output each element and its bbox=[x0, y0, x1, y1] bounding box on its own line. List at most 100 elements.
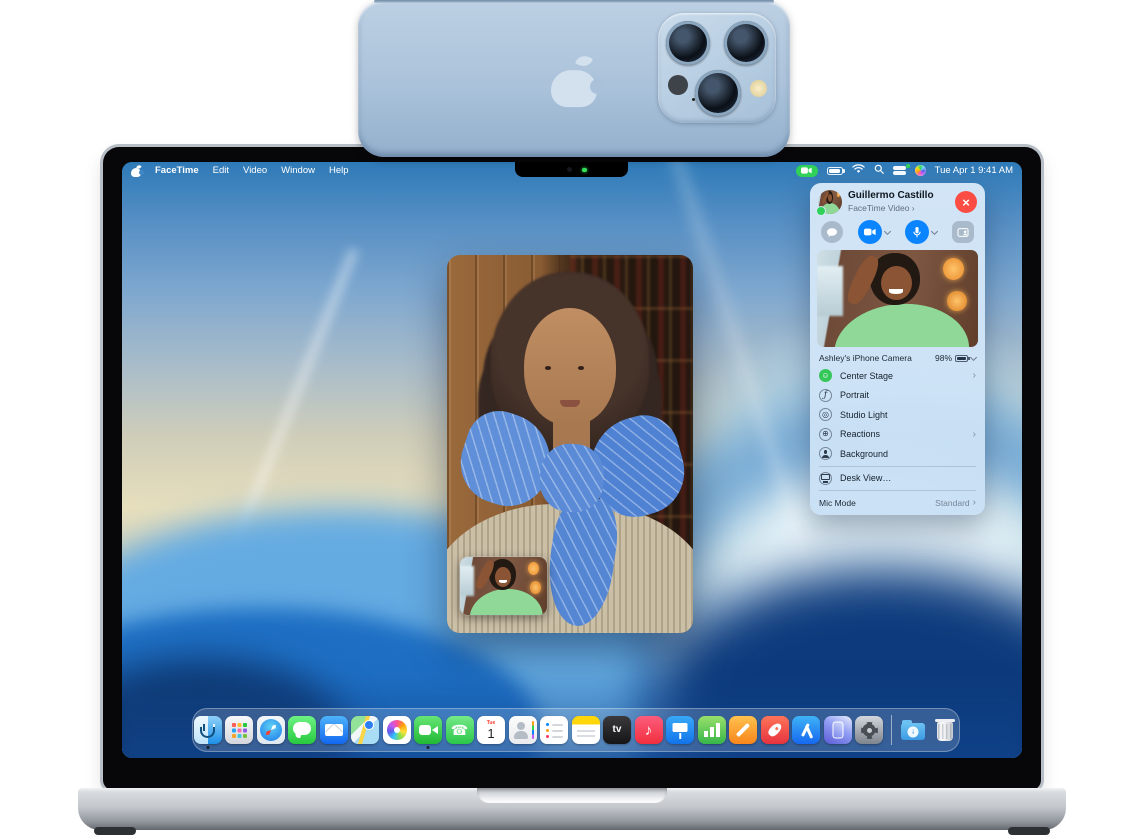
dock-keynote[interactable] bbox=[666, 716, 694, 744]
self-view-pip[interactable] bbox=[460, 557, 547, 615]
option-label: Desk View… bbox=[840, 473, 976, 483]
finder-icon bbox=[194, 716, 222, 744]
dock: ☎Tue1 tv♪ ↓ bbox=[192, 708, 960, 752]
dock-maps[interactable] bbox=[351, 716, 379, 744]
numbers-icon bbox=[698, 716, 726, 744]
downloads-icon: ↓ bbox=[899, 716, 927, 744]
lidar-sensor-icon bbox=[668, 75, 688, 95]
scene: FaceTime Edit Video Window Help bbox=[0, 0, 1144, 836]
call-controls bbox=[810, 217, 985, 249]
dock-appletv[interactable]: tv bbox=[603, 716, 631, 744]
chevron-right-icon: › bbox=[973, 370, 976, 381]
menu-facetime[interactable]: FaceTime bbox=[155, 165, 199, 176]
menu-window[interactable]: Window bbox=[281, 165, 315, 176]
option-desk-view[interactable]: Desk View… bbox=[810, 469, 985, 489]
call-type-link[interactable]: FaceTime Video › bbox=[848, 203, 949, 214]
option-portrait[interactable]: ƒPortrait bbox=[810, 386, 985, 406]
dock-games[interactable] bbox=[761, 716, 789, 744]
notes-icon bbox=[572, 716, 600, 744]
camera-source-label: Ashley's iPhone Camera bbox=[819, 353, 912, 363]
option-center-stage[interactable]: ☺Center Stage› bbox=[810, 366, 985, 386]
chevron-right-icon: › bbox=[973, 429, 976, 440]
option-label: Portrait bbox=[840, 390, 976, 400]
dock-music[interactable]: ♪ bbox=[635, 716, 663, 744]
dock-settings[interactable] bbox=[855, 716, 883, 744]
dock-phone[interactable]: ☎ bbox=[446, 716, 474, 744]
dock-numbers[interactable] bbox=[698, 716, 726, 744]
safari-icon bbox=[257, 716, 285, 744]
call-header: Guillermo Castillo FaceTime Video › × bbox=[810, 183, 985, 217]
dock-mail[interactable] bbox=[320, 716, 348, 744]
chevron-down-icon[interactable] bbox=[970, 353, 977, 360]
menu-clock[interactable]: Tue Apr 1 9:41 AM bbox=[935, 165, 1013, 176]
music-icon: ♪ bbox=[635, 716, 663, 744]
dock-trash[interactable] bbox=[931, 716, 959, 744]
reactions-icon: ⊕ bbox=[819, 428, 832, 441]
camera-source-row[interactable]: Ashley's iPhone Camera 98% bbox=[810, 347, 985, 366]
facetime-call-window[interactable] bbox=[447, 255, 693, 633]
mic-mode-value: Standard bbox=[935, 498, 970, 508]
chevron-right-icon: › bbox=[973, 497, 976, 508]
photos-icon bbox=[383, 716, 411, 744]
lid-lift-notch bbox=[477, 788, 667, 803]
dock-appstore[interactable] bbox=[792, 716, 820, 744]
dock-iphone-mirroring[interactable] bbox=[824, 716, 852, 744]
option-label: Background bbox=[840, 449, 976, 459]
camera-lens-icon bbox=[724, 21, 768, 65]
dock-divider bbox=[891, 715, 892, 745]
camera-toggle-button[interactable] bbox=[858, 220, 882, 244]
facetime-active-icon[interactable] bbox=[796, 165, 818, 177]
facetime-icon bbox=[414, 716, 442, 744]
facetime-hd-camera bbox=[567, 167, 572, 172]
contacts-icon bbox=[509, 716, 537, 744]
messages-icon bbox=[288, 716, 316, 744]
apple-menu-icon[interactable] bbox=[131, 165, 141, 177]
dock-reminders[interactable] bbox=[540, 716, 568, 744]
menu-video[interactable]: Video bbox=[243, 165, 267, 176]
games-icon bbox=[761, 716, 789, 744]
rubber-foot bbox=[1008, 827, 1050, 835]
option-label: Reactions bbox=[840, 429, 965, 439]
camera-lens-icon bbox=[695, 70, 741, 116]
phone-icon: ☎ bbox=[446, 716, 474, 744]
option-reactions[interactable]: ⊕ Reactions › bbox=[810, 425, 985, 445]
wifi-icon[interactable] bbox=[852, 164, 865, 177]
background-icon bbox=[819, 447, 832, 460]
mail-icon bbox=[320, 716, 348, 744]
center-stage-icon: ☺ bbox=[819, 369, 832, 382]
chevron-down-icon[interactable] bbox=[931, 227, 938, 234]
messages-button[interactable] bbox=[821, 221, 843, 243]
dock-launchpad[interactable] bbox=[225, 716, 253, 744]
dock-safari[interactable] bbox=[257, 716, 285, 744]
battery-icon[interactable] bbox=[827, 167, 843, 175]
siri-icon[interactable] bbox=[915, 165, 926, 176]
menu-help[interactable]: Help bbox=[329, 165, 349, 176]
chevron-down-icon[interactable] bbox=[884, 227, 891, 234]
dock-pages[interactable] bbox=[729, 716, 757, 744]
search-icon[interactable] bbox=[874, 164, 884, 177]
iphone-battery-percent: 98% bbox=[935, 353, 952, 363]
mic-toggle-button[interactable] bbox=[905, 220, 929, 244]
dock-facetime[interactable] bbox=[414, 716, 442, 744]
dock-notes[interactable] bbox=[572, 716, 600, 744]
trash-icon bbox=[931, 716, 959, 744]
control-center-icon[interactable] bbox=[893, 166, 906, 175]
dock-finder[interactable] bbox=[194, 716, 222, 744]
menu-edit[interactable]: Edit bbox=[213, 165, 229, 176]
option-studio-light[interactable]: ◎Studio Light bbox=[810, 405, 985, 425]
option-background[interactable]: Background bbox=[810, 444, 985, 464]
dock-photos[interactable] bbox=[383, 716, 411, 744]
dock-calendar[interactable]: Tue1 bbox=[477, 716, 505, 744]
menu-status: Tue Apr 1 9:41 AM bbox=[796, 164, 1013, 177]
dock-messages[interactable] bbox=[288, 716, 316, 744]
camera-lens-icon bbox=[666, 21, 710, 65]
caller-avatar bbox=[818, 190, 842, 214]
screen-share-button[interactable] bbox=[952, 221, 974, 243]
end-call-button[interactable]: × bbox=[955, 191, 977, 213]
mic-mode-row[interactable]: Mic Mode Standard › bbox=[810, 493, 985, 508]
dock-downloads[interactable]: ↓ bbox=[899, 716, 927, 744]
iphone-mirroring-icon bbox=[824, 716, 852, 744]
camera-in-use-dot bbox=[906, 164, 910, 168]
studio-light-icon: ◎ bbox=[819, 408, 832, 421]
dock-contacts[interactable] bbox=[509, 716, 537, 744]
